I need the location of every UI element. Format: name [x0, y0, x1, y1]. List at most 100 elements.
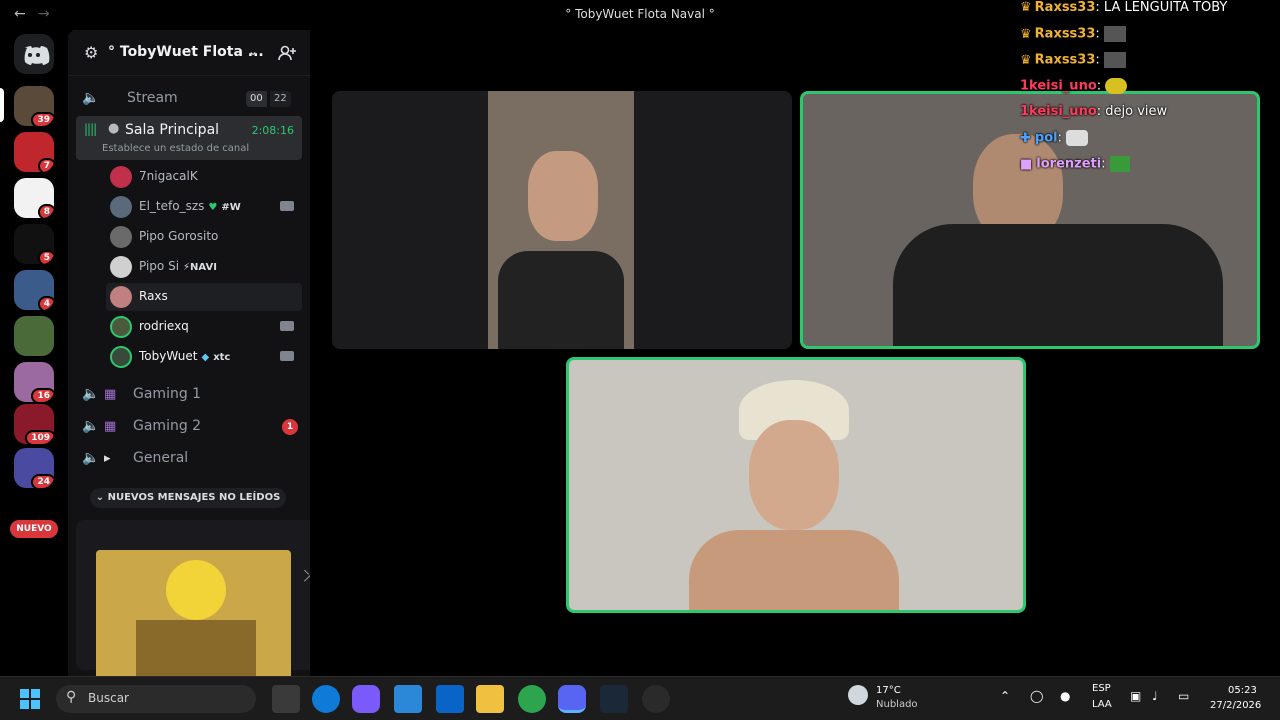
channel-status[interactable]: Establece un estado de canal: [102, 143, 249, 154]
chat-message: ♛ Raxss33:: [1020, 52, 1126, 72]
server-icon-3[interactable]: 8: [14, 178, 54, 218]
user-limit: 22: [270, 91, 291, 107]
badge: 109: [25, 430, 54, 444]
gamepad-icon: ▦: [104, 419, 117, 434]
server-icon-5[interactable]: 4: [14, 270, 54, 310]
app-icon[interactable]: [642, 685, 670, 713]
chat-message: ■ lorenzeti:: [1020, 156, 1130, 176]
channel-label: Gaming 2: [133, 418, 202, 434]
user-name: Pipo Gorosito: [139, 229, 219, 243]
channel-gaming-1[interactable]: 🔈 ▦ Gaming 1: [76, 380, 302, 410]
badge: 8: [37, 204, 54, 218]
user-name: TobyWuet ◆ xtc: [139, 349, 230, 363]
server-icon-4[interactable]: 5: [14, 224, 54, 264]
badge: 16: [31, 388, 54, 402]
new-messages-bar[interactable]: ⌄ NUEVOS MENSAJES NO LEÍDOS: [90, 488, 286, 508]
badge: 7: [37, 158, 54, 172]
avatar: [110, 346, 132, 368]
chevron-up-icon[interactable]: ⌃: [1000, 689, 1010, 703]
network-icon[interactable]: ◯: [1030, 689, 1043, 703]
channel-gaming-2[interactable]: 🔈 ▦ Gaming 2 1: [76, 412, 302, 442]
chat-author: 1keisi_uno: [1020, 104, 1097, 119]
chat-text: LA LENGUITA TOBY: [1103, 0, 1228, 15]
chat-author: Raxss33: [1034, 26, 1096, 42]
clock-time[interactable]: 05:23: [1228, 685, 1257, 696]
sticker-image: [1105, 78, 1128, 94]
call-timer: 2:08:16: [251, 124, 294, 137]
search-label: Buscar: [88, 691, 129, 705]
voice-user-row[interactable]: 7nigacalK: [106, 163, 302, 191]
voice-user-row[interactable]: El_tefo_szs ♥ #W: [106, 193, 302, 221]
server-icon-1[interactable]: 39: [14, 86, 54, 126]
user-name: rodriexq: [139, 319, 189, 333]
channel-label: General: [133, 450, 189, 466]
volume-icon[interactable]: ♩: [1152, 689, 1158, 703]
badge: 5: [37, 250, 54, 264]
sticker-image: [1109, 156, 1130, 172]
user-tag: xtc: [213, 352, 231, 363]
user-tag: #W: [221, 202, 241, 213]
user-name: Pipo Si ⚡NAVI: [139, 259, 217, 273]
channel-stream[interactable]: 🔈 Stream 00 22: [76, 84, 302, 114]
camera-icon: [280, 321, 294, 331]
voice-user-row[interactable]: rodriexq: [106, 313, 302, 341]
avatar: [110, 316, 132, 338]
diamond-icon: ◆: [201, 352, 210, 363]
channel-emoji-icon: ●: [108, 121, 120, 136]
taskbar-search[interactable]: ⚲ Buscar: [56, 685, 256, 713]
windows-start-icon[interactable]: [20, 689, 40, 709]
chevron-down-icon[interactable]: ⌄: [248, 44, 258, 58]
voice-user-row[interactable]: Raxs: [106, 283, 302, 311]
server-icon-8[interactable]: 109: [14, 404, 54, 444]
outlook-icon[interactable]: [436, 685, 464, 713]
video-tile-speaking[interactable]: [566, 357, 1026, 613]
discord-taskbar-icon[interactable]: [558, 685, 586, 713]
channel-label: Gaming 1: [133, 386, 202, 402]
language-bottom[interactable]: LAA: [1092, 699, 1112, 710]
chat-message: 1keisi_uno: dejo view: [1020, 104, 1168, 119]
weather-icon[interactable]: [848, 685, 868, 705]
file-explorer-icon[interactable]: [476, 685, 504, 713]
guild-header[interactable]: ⚙ ° TobyWuet Flota ... ⌄: [68, 30, 310, 76]
server-icon-9[interactable]: 24: [14, 448, 54, 488]
voice-user-row[interactable]: TobyWuet ◆ xtc: [106, 343, 302, 371]
heart-icon: ♥: [208, 202, 218, 213]
wifi-icon[interactable]: ▣: [1130, 689, 1141, 703]
server-icon-2[interactable]: 7: [14, 132, 54, 172]
camera-icon: [280, 351, 294, 361]
user-name: El_tefo_szs ♥ #W: [139, 199, 241, 213]
task-view-icon[interactable]: [272, 685, 300, 713]
channel-general[interactable]: 🔈 ▸ General: [76, 444, 302, 474]
sword-icon: ✚: [1020, 130, 1031, 146]
language-top[interactable]: ESP: [1092, 683, 1111, 694]
speaker-icon: 🔈: [82, 450, 100, 466]
microphone-icon[interactable]: ●: [1060, 689, 1070, 703]
voice-user-row[interactable]: Pipo Gorosito: [106, 223, 302, 251]
server-settings-icon[interactable]: ⚙: [84, 43, 98, 62]
sticker-image: [1066, 130, 1089, 146]
copilot-icon[interactable]: [352, 685, 380, 713]
selected-server-pill: [0, 88, 4, 122]
avatar: [110, 196, 132, 218]
user-name-text: El_tefo_szs: [139, 199, 205, 213]
store-icon[interactable]: [394, 685, 422, 713]
video-tile[interactable]: [332, 91, 792, 349]
chat-message: ♛ Raxss33:: [1020, 26, 1126, 46]
edge-browser-icon[interactable]: [312, 685, 340, 713]
crown-icon: ♛: [1020, 26, 1032, 42]
steam-icon[interactable]: [600, 685, 628, 713]
battery-icon[interactable]: ▭: [1178, 689, 1189, 703]
invite-user-icon[interactable]: [278, 44, 296, 62]
crown-icon: ♛: [1020, 52, 1032, 68]
nuevo-badge[interactable]: NUEVO: [10, 520, 58, 538]
voice-user-row[interactable]: Pipo Si ⚡NAVI: [106, 253, 302, 281]
clock-date[interactable]: 27/2/2026: [1210, 700, 1261, 711]
channel-sala-principal[interactable]: |||| ● Sala Principal 2:08:16 Establece …: [76, 116, 302, 160]
chat-author: 1keisi_uno: [1020, 78, 1097, 94]
server-icon-6[interactable]: [14, 316, 54, 356]
video-feed: [488, 91, 634, 349]
server-icon-7[interactable]: 16: [14, 362, 54, 402]
avatar: [110, 226, 132, 248]
chrome-icon[interactable]: [518, 685, 546, 713]
discord-home-icon[interactable]: [14, 34, 54, 74]
